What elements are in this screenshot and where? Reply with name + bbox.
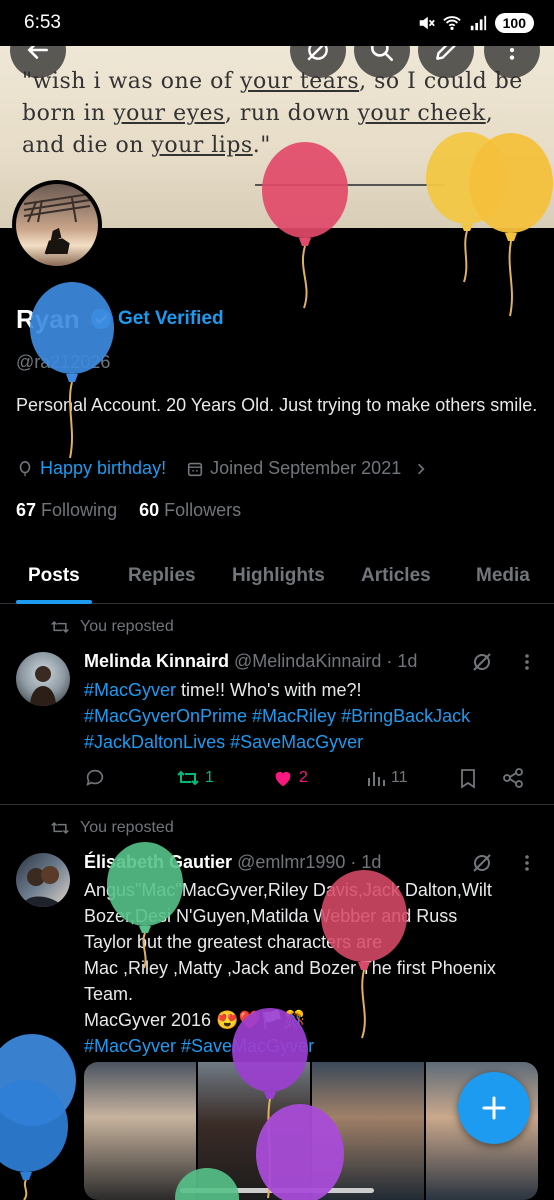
post-text: #MacGyver time!! Who's with me?! #MacGyv… xyxy=(84,677,524,755)
heart-icon xyxy=(275,771,291,787)
hashtag-line[interactable]: #MacGyverOnPrime #MacRiley #BringBackJac… xyxy=(84,703,524,729)
tab-media[interactable]: Media xyxy=(476,548,530,604)
signal-icon xyxy=(470,15,486,31)
hashtag-line[interactable]: #JackDaltonLives #SaveMacGyver xyxy=(84,729,524,755)
post-divider xyxy=(0,804,554,805)
repost-button[interactable]: 1 xyxy=(176,768,214,788)
tab-replies[interactable]: Replies xyxy=(128,548,196,604)
repost-icon xyxy=(51,821,69,835)
calendar-icon xyxy=(187,462,203,476)
balloon-icon xyxy=(19,460,31,476)
person-photo-icon xyxy=(30,666,56,706)
battery-indicator: 100 xyxy=(494,13,534,33)
profile-handle: @ra212026 xyxy=(16,352,111,372)
status-bar: 6:53 100 xyxy=(0,0,554,46)
hashtag[interactable]: #MacGyver xyxy=(84,680,176,700)
verified-badge-icon[interactable] xyxy=(90,308,112,330)
grok-post-icon[interactable] xyxy=(470,851,494,875)
couple-photo-icon xyxy=(22,866,64,907)
grok-post-icon[interactable] xyxy=(470,650,494,674)
post-header: Élisabeth Gautier @emlmr1990 · 1d xyxy=(84,852,381,873)
profile-avatar[interactable] xyxy=(12,180,102,270)
repost-indicator: You reposted xyxy=(50,819,174,837)
post-more-icon[interactable] xyxy=(518,652,536,672)
post-handle-time: @MelindaKinnaird · 1d xyxy=(234,651,418,671)
reply-icon xyxy=(86,769,104,786)
active-tab-indicator xyxy=(16,600,92,604)
tab-posts[interactable]: Posts xyxy=(16,548,92,604)
following-link[interactable]: 67 Following xyxy=(16,500,117,521)
wifi-icon xyxy=(442,16,461,31)
plus-icon xyxy=(482,1096,506,1120)
follow-stats: 67 Following 60 Followers xyxy=(16,500,241,521)
repost-icon xyxy=(51,620,69,634)
repost-icon xyxy=(177,770,199,786)
hashtag-line[interactable]: #MacGyver #SaveMacGyver xyxy=(84,1033,539,1059)
post-more-icon[interactable] xyxy=(518,853,536,873)
joined-date: Joined September 2021 xyxy=(210,458,402,478)
profile-bio: Personal Account. 20 Years Old. Just try… xyxy=(16,395,538,415)
post-actions: 1 2 11 xyxy=(84,766,534,790)
get-verified-link[interactable]: Get Verified xyxy=(118,308,224,330)
profile-meta: Happy birthday! Joined September 2021 xyxy=(16,458,429,479)
chevron-right-icon[interactable] xyxy=(413,461,429,477)
birthday-text[interactable]: Happy birthday! xyxy=(40,458,166,479)
post-header: Melinda Kinnaird @MelindaKinnaird · 1d xyxy=(84,651,417,672)
post-handle-time: @emlmr1990 · 1d xyxy=(237,852,382,872)
home-indicator[interactable] xyxy=(180,1188,374,1193)
share-icon xyxy=(503,768,523,788)
avatar[interactable] xyxy=(16,853,70,907)
post-author-name[interactable]: Melinda Kinnaird xyxy=(84,651,229,671)
views-chart-icon xyxy=(368,772,385,786)
tab-highlights[interactable]: Highlights xyxy=(232,548,325,604)
status-icons: 100 xyxy=(417,13,534,33)
profile-name: Ryan xyxy=(16,304,80,334)
banner-quote: "wish i was one of your tears, so I coul… xyxy=(22,69,523,158)
profile-tabs: Posts Replies Highlights Articles Media xyxy=(0,548,554,604)
compose-button[interactable] xyxy=(458,1072,530,1144)
repost-indicator: You reposted xyxy=(50,618,174,636)
reply-button[interactable] xyxy=(84,767,106,789)
tab-articles[interactable]: Articles xyxy=(361,548,431,604)
bookmark-icon xyxy=(461,769,475,789)
banner-divider xyxy=(255,184,445,186)
followers-link[interactable]: 60 Followers xyxy=(139,500,241,521)
mute-icon xyxy=(419,16,435,30)
like-button[interactable]: 2 xyxy=(272,767,308,789)
post-text: Angus"Mac"MacGyver,Riley Davis,Jack Dalt… xyxy=(84,877,539,1059)
cowboy-silhouette-icon xyxy=(23,193,91,255)
bookmark-button[interactable] xyxy=(458,767,478,789)
status-time: 6:53 xyxy=(24,12,61,33)
share-button[interactable] xyxy=(502,767,524,789)
balloon-blue-icon xyxy=(0,1034,76,1200)
post-author-name[interactable]: Élisabeth Gautier xyxy=(84,852,232,872)
avatar[interactable] xyxy=(16,652,70,706)
views-button[interactable]: 11 xyxy=(366,768,408,788)
